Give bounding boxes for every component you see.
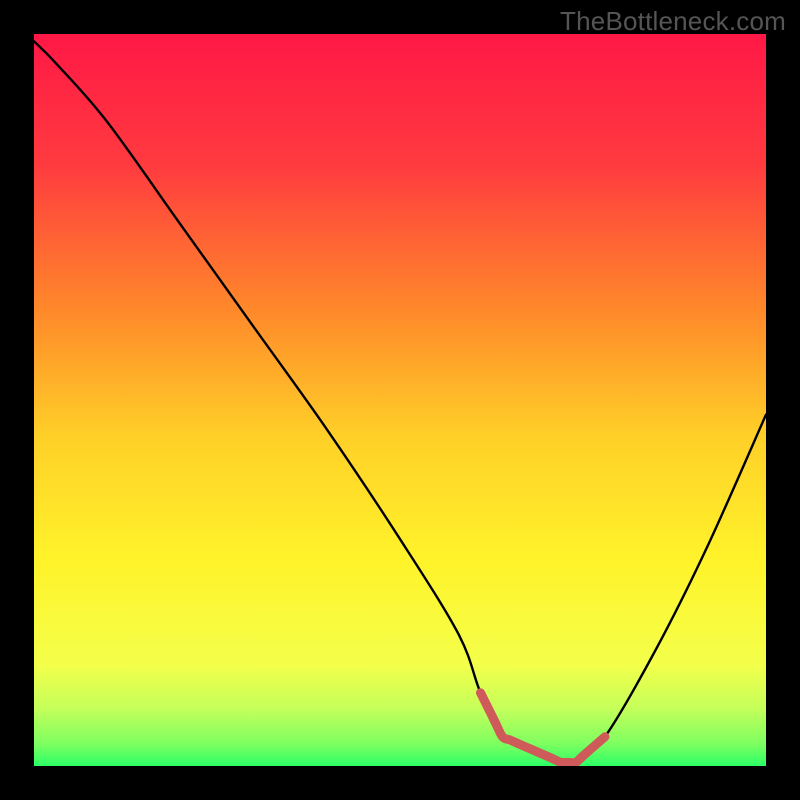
gradient-background [34, 34, 766, 766]
watermark-text: TheBottleneck.com [560, 6, 786, 37]
chart-plot-area [34, 34, 766, 766]
bottleneck-chart [34, 34, 766, 766]
